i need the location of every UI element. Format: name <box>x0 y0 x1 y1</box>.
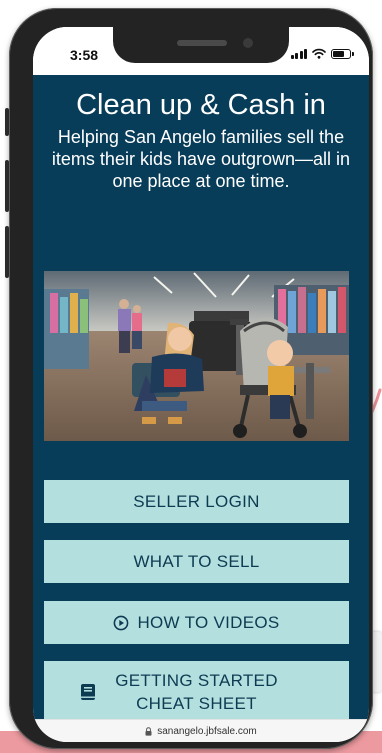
status-bar: 3:58 <box>33 27 369 75</box>
volume-down-button <box>5 226 9 278</box>
address-bar[interactable]: sanangelo.jbfsale.com <box>33 719 369 742</box>
phone-screen: 3:58 Clean up & Cash in Helping San Ange… <box>33 27 369 742</box>
mute-switch <box>5 108 9 136</box>
volume-up-button <box>5 160 9 212</box>
phone-frame: 3:58 Clean up & Cash in Helping San Ange… <box>5 8 373 749</box>
how-to-videos-label: HOW TO VIDEOS <box>137 612 280 632</box>
cheat-sheet-button[interactable]: GETTING STARTED CHEAT SHEET <box>44 661 349 720</box>
hero-image <box>44 271 349 441</box>
lock-icon <box>145 726 152 736</box>
battery-icon <box>331 48 354 59</box>
what-to-sell-button[interactable]: WHAT TO SELL <box>44 540 349 583</box>
play-circle-icon <box>113 615 129 631</box>
how-to-videos-button[interactable]: HOW TO VIDEOS <box>44 601 349 644</box>
battery-fill <box>333 50 345 57</box>
status-icons <box>290 48 354 59</box>
speaker <box>177 40 227 46</box>
what-to-sell-label: WHAT TO SELL <box>133 551 260 571</box>
address-url: sanangelo.jbfsale.com <box>157 725 257 737</box>
page-subtitle: Helping San Angelo families sell the ite… <box>51 127 351 191</box>
seller-login-label: SELLER LOGIN <box>133 491 260 511</box>
wifi-icon <box>312 48 326 59</box>
status-time: 3:58 <box>70 47 99 63</box>
cheat-sheet-line2: CHEAT SHEET <box>136 694 257 713</box>
cheat-sheet-line1: GETTING STARTED <box>115 671 278 690</box>
seller-login-button[interactable]: SELLER LOGIN <box>44 480 349 523</box>
cheat-sheet-label: GETTING STARTED CHEAT SHEET <box>115 661 278 720</box>
book-icon <box>80 683 96 701</box>
page-content: Clean up & Cash in Helping San Angelo fa… <box>33 75 369 720</box>
notch <box>113 27 289 63</box>
page-title: Clean up & Cash in <box>76 89 326 121</box>
signal-icon <box>290 48 307 59</box>
camera <box>243 38 253 48</box>
hero-photo-icon <box>44 271 349 441</box>
